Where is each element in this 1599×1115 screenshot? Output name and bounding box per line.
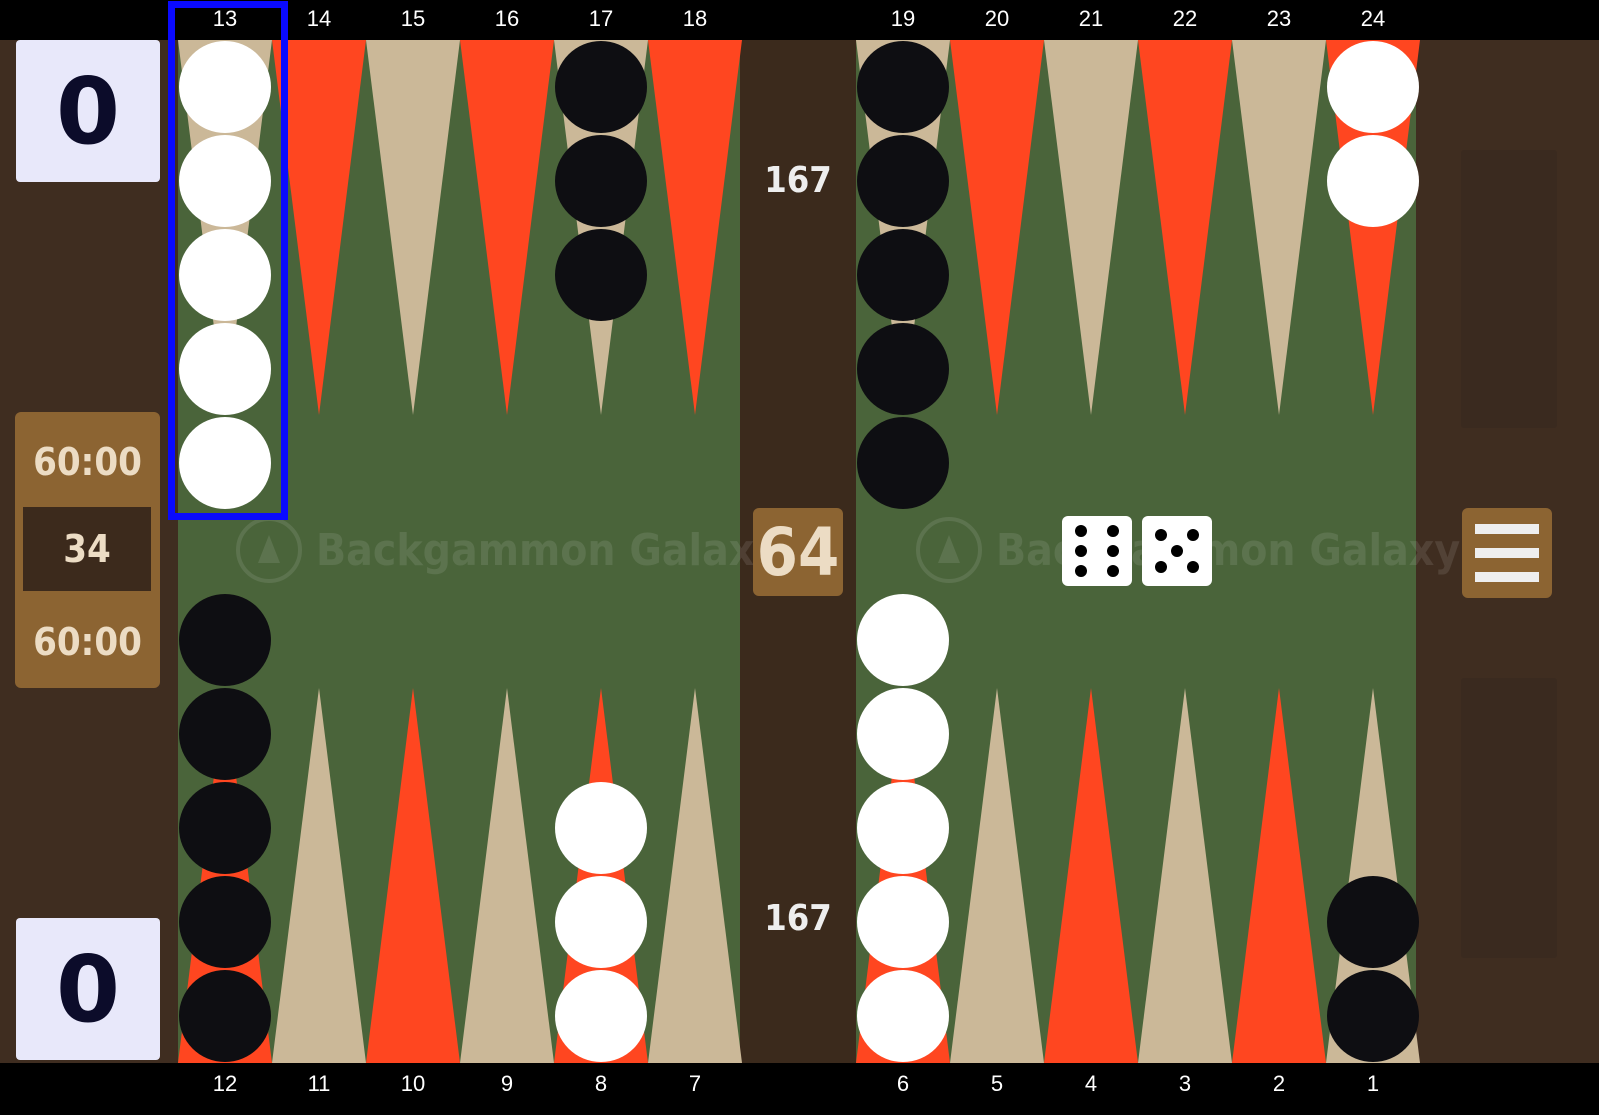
white-checker[interactable]: [1327, 41, 1419, 133]
black-checker[interactable]: [555, 135, 647, 227]
bear-off-tray-bottom[interactable]: [1461, 678, 1557, 958]
menu-button[interactable]: [1462, 508, 1552, 598]
white-checker[interactable]: [857, 594, 949, 686]
black-checker[interactable]: [179, 782, 271, 874]
white-checker[interactable]: [857, 970, 949, 1062]
die-pip: [1107, 545, 1120, 557]
white-checker[interactable]: [179, 135, 271, 227]
point-2[interactable]: [1232, 688, 1326, 1063]
die-pip: [1074, 525, 1087, 538]
point-20[interactable]: [950, 40, 1044, 415]
black-checker[interactable]: [555, 229, 647, 321]
point-23[interactable]: [1232, 40, 1326, 415]
point-11[interactable]: [272, 688, 366, 1063]
die-1[interactable]: [1062, 516, 1132, 586]
white-checker[interactable]: [857, 876, 949, 968]
white-checker[interactable]: [1327, 135, 1419, 227]
white-checker[interactable]: [555, 876, 647, 968]
die-pip: [1074, 564, 1087, 577]
die-2[interactable]: [1142, 516, 1212, 586]
white-checker[interactable]: [857, 688, 949, 780]
pip-count-bottom: 167: [764, 898, 832, 939]
hamburger-menu-icon: [1475, 548, 1539, 558]
point-15[interactable]: [366, 40, 460, 415]
black-checker[interactable]: [857, 417, 949, 509]
clock-bottom: 60:00: [33, 620, 142, 664]
white-checker[interactable]: [857, 782, 949, 874]
black-checker[interactable]: [179, 688, 271, 780]
point-7[interactable]: [648, 688, 742, 1063]
score-top: 0: [16, 40, 160, 182]
point-10[interactable]: [366, 688, 460, 1063]
die-pip: [1187, 561, 1200, 574]
point-18[interactable]: [648, 40, 742, 415]
point-21[interactable]: [1044, 40, 1138, 415]
black-checker[interactable]: [179, 594, 271, 686]
clock-panel: 60:00 34 60:00: [15, 412, 160, 688]
match-counter: 34: [23, 507, 151, 591]
white-checker[interactable]: [179, 41, 271, 133]
hamburger-menu-icon: [1475, 572, 1539, 582]
doubling-cube[interactable]: 64: [753, 508, 843, 596]
point-22[interactable]: [1138, 40, 1232, 415]
black-checker[interactable]: [857, 41, 949, 133]
die-pip: [1171, 545, 1183, 557]
point-9[interactable]: [460, 688, 554, 1063]
hamburger-menu-icon: [1475, 524, 1539, 534]
die-pip: [1154, 561, 1167, 574]
clock-top: 60:00: [33, 440, 142, 484]
die-pip: [1154, 528, 1167, 541]
black-checker[interactable]: [857, 135, 949, 227]
bear-off-tray-top[interactable]: [1461, 150, 1557, 428]
point-5[interactable]: [950, 688, 1044, 1063]
black-checker[interactable]: [857, 323, 949, 415]
die-pip: [1107, 564, 1120, 577]
point-16[interactable]: [460, 40, 554, 415]
white-checker[interactable]: [555, 782, 647, 874]
white-checker[interactable]: [179, 323, 271, 415]
black-checker[interactable]: [179, 876, 271, 968]
black-checker[interactable]: [857, 229, 949, 321]
score-bottom: 0: [16, 918, 160, 1060]
white-checker[interactable]: [179, 229, 271, 321]
black-checker[interactable]: [555, 41, 647, 133]
white-checker[interactable]: [555, 970, 647, 1062]
point-14[interactable]: [272, 40, 366, 415]
white-checker[interactable]: [179, 417, 271, 509]
die-pip: [1107, 525, 1120, 538]
point-3[interactable]: [1138, 688, 1232, 1063]
point-4[interactable]: [1044, 688, 1138, 1063]
black-checker[interactable]: [1327, 970, 1419, 1062]
black-checker[interactable]: [1327, 876, 1419, 968]
die-pip: [1187, 528, 1200, 541]
die-pip: [1074, 545, 1087, 557]
black-checker[interactable]: [179, 970, 271, 1062]
pip-count-top: 167: [764, 160, 832, 201]
